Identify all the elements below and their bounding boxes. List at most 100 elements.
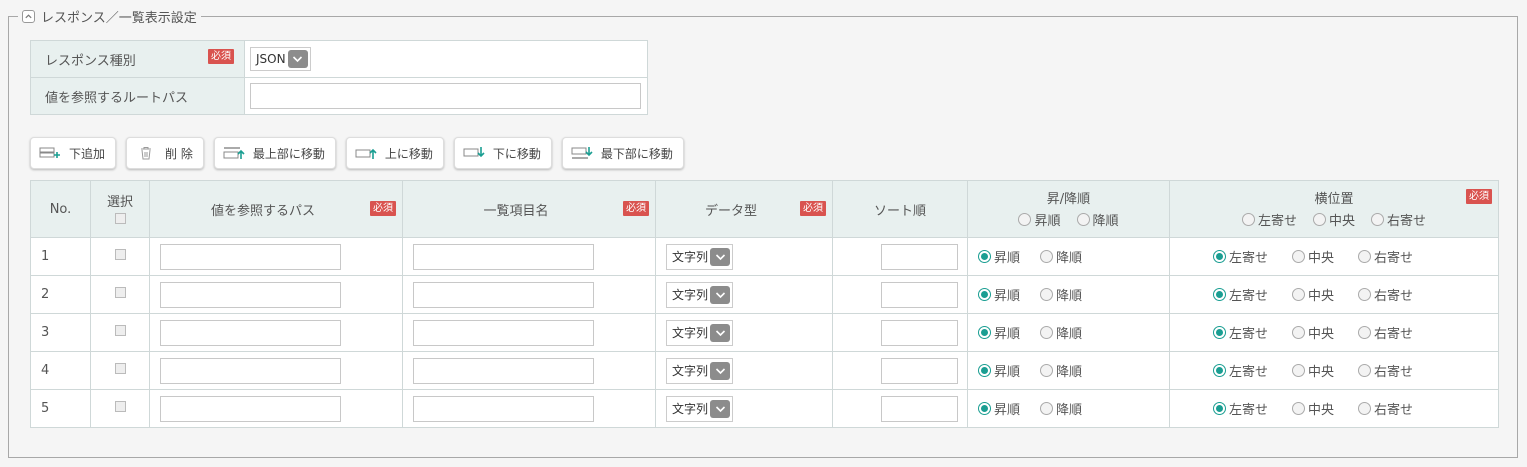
collapse-chevron-up-icon[interactable] bbox=[22, 9, 35, 23]
required-badge: 必須 bbox=[800, 201, 826, 216]
path-input[interactable] bbox=[160, 281, 341, 308]
data-type-select[interactable]: 文字列 bbox=[666, 319, 734, 346]
sort-order-input[interactable] bbox=[881, 319, 958, 346]
data-type-select[interactable]: 文字列 bbox=[666, 243, 734, 270]
item-name-input[interactable] bbox=[413, 357, 594, 384]
item-name-input[interactable] bbox=[413, 243, 594, 270]
item-name-input[interactable] bbox=[413, 319, 594, 346]
radio-icon bbox=[1358, 363, 1372, 377]
add-below-button[interactable]: 下追加 bbox=[30, 137, 117, 169]
asc-radio[interactable]: 昇順 bbox=[978, 361, 1020, 380]
move-top-button[interactable]: 最上部に移動 bbox=[213, 137, 336, 169]
radio-icon bbox=[1040, 401, 1054, 415]
asc-label: 昇順 bbox=[994, 364, 1021, 380]
radio-icon bbox=[1292, 401, 1306, 415]
desc-radio[interactable]: 降順 bbox=[1040, 323, 1082, 342]
bulk-asc-radio[interactable]: 昇順 bbox=[1018, 210, 1061, 229]
align-center-radio[interactable]: 中央 bbox=[1292, 361, 1334, 380]
align-center-radio[interactable]: 中央 bbox=[1292, 247, 1334, 266]
row-no: 4 bbox=[41, 363, 50, 378]
move-up-icon bbox=[355, 148, 377, 159]
data-type-select[interactable]: 文字列 bbox=[666, 281, 734, 308]
chevron-down-icon bbox=[710, 361, 731, 380]
path-input[interactable] bbox=[160, 357, 341, 384]
row-select-cell bbox=[90, 237, 150, 276]
row-select-checkbox[interactable] bbox=[114, 401, 126, 412]
data-type-value: 文字列 bbox=[672, 288, 709, 302]
row-select-checkbox[interactable] bbox=[114, 363, 126, 374]
row-no-cell: 3 bbox=[30, 313, 91, 352]
align-center-radio[interactable]: 中央 bbox=[1292, 323, 1334, 342]
row-select-checkbox[interactable] bbox=[114, 287, 126, 298]
bulk-desc-radio[interactable]: 降順 bbox=[1076, 210, 1119, 229]
sort-order-input[interactable] bbox=[881, 281, 958, 308]
bulk-asc-label: 昇順 bbox=[1034, 214, 1061, 229]
bulk-left-radio[interactable]: 左寄せ bbox=[1241, 210, 1297, 229]
path-input[interactable] bbox=[160, 395, 341, 422]
row-sort-cell bbox=[832, 237, 968, 276]
align-left-radio[interactable]: 左寄せ bbox=[1213, 399, 1268, 418]
bulk-center-radio[interactable]: 中央 bbox=[1312, 210, 1355, 229]
align-right-radio[interactable]: 右寄せ bbox=[1358, 361, 1413, 380]
asc-radio[interactable]: 昇順 bbox=[978, 247, 1020, 266]
align-right-radio[interactable]: 右寄せ bbox=[1358, 285, 1413, 304]
row-align-cell: 左寄せ 中央 右寄せ bbox=[1169, 351, 1499, 390]
align-right-radio[interactable]: 右寄せ bbox=[1358, 399, 1413, 418]
select-all-checkbox[interactable] bbox=[114, 212, 126, 224]
desc-radio[interactable]: 降順 bbox=[1040, 361, 1082, 380]
data-type-value: 文字列 bbox=[672, 326, 709, 340]
path-input[interactable] bbox=[160, 319, 341, 346]
radio-icon bbox=[1213, 287, 1226, 301]
sort-order-input[interactable] bbox=[881, 395, 958, 422]
row-select-cell bbox=[90, 313, 150, 352]
desc-radio[interactable]: 降順 bbox=[1040, 247, 1082, 266]
desc-radio[interactable]: 降順 bbox=[1040, 285, 1082, 304]
col-asc-desc-label: 昇/降順 bbox=[1046, 192, 1091, 207]
asc-radio[interactable]: 昇順 bbox=[978, 399, 1020, 418]
asc-radio[interactable]: 昇順 bbox=[978, 323, 1020, 342]
align-left-radio[interactable]: 左寄せ bbox=[1213, 285, 1268, 304]
data-type-select[interactable]: 文字列 bbox=[666, 395, 734, 422]
row-select-checkbox[interactable] bbox=[114, 249, 126, 260]
radio-icon bbox=[1292, 287, 1306, 301]
bulk-right-radio[interactable]: 右寄せ bbox=[1371, 210, 1426, 229]
move-down-button[interactable]: 下に移動 bbox=[453, 137, 552, 169]
root-path-input[interactable] bbox=[250, 83, 641, 109]
sort-order-input[interactable] bbox=[881, 357, 958, 384]
delete-button[interactable]: 削 除 bbox=[126, 137, 204, 169]
radio-icon bbox=[1358, 287, 1372, 301]
asc-radio[interactable]: 昇順 bbox=[978, 285, 1020, 304]
desc-label: 降順 bbox=[1056, 250, 1083, 266]
row-select-checkbox[interactable] bbox=[114, 325, 126, 336]
align-left-radio[interactable]: 左寄せ bbox=[1213, 361, 1268, 380]
align-right-radio[interactable]: 右寄せ bbox=[1358, 323, 1413, 342]
align-right-radio[interactable]: 右寄せ bbox=[1358, 247, 1413, 266]
chevron-down-icon bbox=[710, 247, 731, 266]
root-path-label-cell: 値を参照するルートパス bbox=[30, 77, 245, 115]
radio-icon bbox=[1213, 401, 1226, 415]
response-type-select[interactable]: JSON bbox=[250, 47, 311, 71]
required-badge: 必須 bbox=[623, 201, 649, 216]
required-badge: 必須 bbox=[1466, 189, 1492, 204]
root-path-label: 値を参照するルートパス bbox=[45, 91, 189, 106]
row-item-name-cell bbox=[402, 237, 656, 276]
align-right-label: 右寄せ bbox=[1374, 326, 1414, 342]
move-bottom-button[interactable]: 最下部に移動 bbox=[561, 137, 684, 169]
response-type-label: レスポンス種別 bbox=[45, 54, 136, 69]
data-type-select[interactable]: 文字列 bbox=[666, 357, 734, 384]
align-center-radio[interactable]: 中央 bbox=[1292, 399, 1334, 418]
move-up-label: 上に移動 bbox=[384, 146, 433, 161]
row-item-name-cell bbox=[402, 313, 656, 352]
col-sort-order-label: ソート順 bbox=[873, 203, 926, 219]
align-left-radio[interactable]: 左寄せ bbox=[1213, 247, 1268, 266]
item-name-input[interactable] bbox=[413, 281, 594, 308]
desc-radio[interactable]: 降順 bbox=[1040, 399, 1082, 418]
radio-icon bbox=[1292, 363, 1306, 377]
radio-icon bbox=[978, 363, 991, 377]
align-left-radio[interactable]: 左寄せ bbox=[1213, 323, 1268, 342]
item-name-input[interactable] bbox=[413, 395, 594, 422]
path-input[interactable] bbox=[160, 243, 341, 270]
sort-order-input[interactable] bbox=[881, 243, 958, 270]
align-center-radio[interactable]: 中央 bbox=[1292, 285, 1334, 304]
move-up-button[interactable]: 上に移動 bbox=[345, 137, 444, 169]
